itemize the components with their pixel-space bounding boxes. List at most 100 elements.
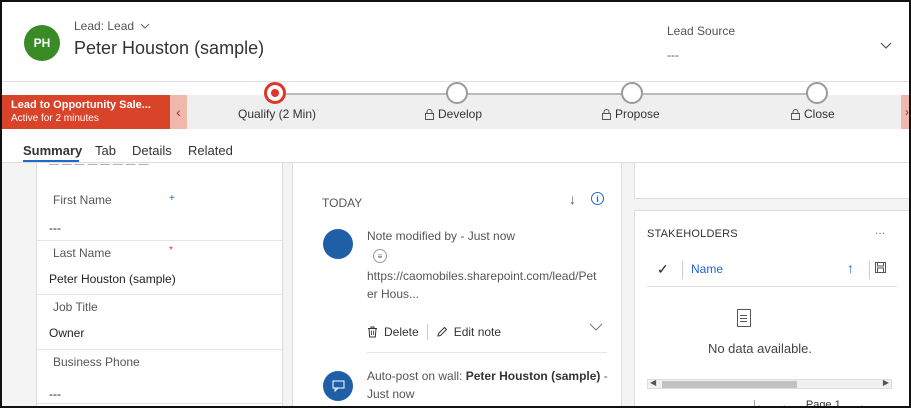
chevron-down-icon — [140, 23, 150, 29]
stage-connector — [286, 93, 448, 95]
pencil-icon — [437, 326, 447, 337]
divider — [869, 261, 870, 279]
autopost-prefix: Auto-post on wall: — [367, 369, 463, 383]
divider — [37, 294, 284, 295]
chat-icon — [332, 380, 344, 392]
right-top-section — [634, 163, 909, 199]
stakeholders-section: STAKEHOLDERS ... ✓ Name ↑ No data availa… — [634, 210, 909, 408]
trash-icon — [368, 326, 377, 338]
note-icon: ≡ — [373, 249, 387, 263]
lock-icon — [425, 108, 434, 120]
record-header: PH Lead: Lead Peter Houston (sample) Lea… — [2, 2, 909, 82]
autopost-icon — [323, 371, 353, 401]
first-name-field[interactable]: --- — [49, 221, 61, 235]
form-selector-label: Lead: Lead — [74, 19, 135, 33]
stage-label-text: Close — [804, 107, 835, 121]
save-icon[interactable] — [875, 262, 886, 273]
chevron-left-icon[interactable]: ‹ — [170, 95, 187, 129]
stage-close-marker[interactable] — [806, 82, 828, 104]
delete-button[interactable]: Delete — [384, 325, 419, 339]
record-title: Peter Houston (sample) — [74, 38, 265, 58]
divider — [37, 403, 284, 404]
tab-details[interactable]: Details — [132, 143, 172, 158]
stakeholders-title: STAKEHOLDERS — [647, 228, 738, 240]
grid-header: ✓ Name ↑ — [647, 251, 897, 287]
timeline-group-header: TODAY — [322, 196, 363, 210]
chevron-right-icon[interactable]: › — [901, 95, 909, 129]
lead-source-value: --- — [667, 48, 679, 62]
business-phone-field[interactable]: --- — [49, 387, 61, 401]
form-selector[interactable]: Lead: Lead — [74, 19, 150, 33]
stage-qualify-label[interactable]: Qualify (2 Min) — [238, 107, 316, 121]
active-tab-indicator — [23, 160, 79, 162]
first-name-label: First Name — [53, 193, 112, 207]
stage-label-text: Propose — [615, 107, 660, 121]
autopost-time: Just now — [367, 387, 415, 401]
note-avatar: ≡ — [323, 229, 387, 263]
next-page-icon[interactable]: → — [855, 399, 866, 406]
tab-summary[interactable]: Summary — [23, 143, 82, 158]
job-title-field[interactable]: Owner — [49, 326, 84, 340]
sort-ascending-icon[interactable]: ↑ — [847, 260, 854, 276]
process-active-stage[interactable]: Lead to Opportunity Sale... Active for 2… — [2, 95, 170, 129]
divider — [37, 240, 284, 241]
select-all-check-icon[interactable]: ✓ — [657, 261, 669, 278]
tab-related[interactable]: Related — [188, 143, 233, 158]
autopost-suffix: - — [603, 369, 608, 383]
process-name: Lead to Opportunity Sale... — [11, 99, 151, 111]
more-options-icon[interactable]: ... — [875, 223, 885, 237]
required-marker: * — [169, 245, 173, 256]
stage-qualify-marker[interactable] — [264, 82, 286, 104]
edit-note-button[interactable]: Edit note — [454, 325, 501, 339]
stage-connector — [643, 93, 808, 95]
stage-propose-marker[interactable] — [621, 82, 643, 104]
stage-develop-marker[interactable] — [446, 82, 468, 104]
document-icon — [737, 309, 751, 327]
avatar: PH — [24, 25, 60, 61]
stage-develop-label[interactable]: Develop — [425, 107, 482, 121]
tab-tab[interactable]: Tab — [95, 143, 116, 158]
name-column-header[interactable]: Name — [691, 262, 723, 276]
lock-icon — [602, 108, 611, 120]
business-phone-label: Business Phone — [53, 355, 140, 369]
last-name-label: Last Name — [53, 246, 112, 260]
last-name-field[interactable]: Peter Houston (sample) — [49, 272, 176, 286]
scroll-left-icon[interactable]: ◀ — [650, 378, 656, 387]
previous-page-icon[interactable]: ← — [781, 399, 792, 406]
note-actions: Delete Edit note — [367, 324, 501, 340]
lead-source-label: Lead Source — [667, 24, 736, 38]
job-title-label: Job Title — [53, 300, 98, 314]
app-frame: PH Lead: Lead Peter Houston (sample) Lea… — [0, 0, 911, 408]
chevron-down-icon[interactable] — [880, 42, 892, 50]
info-icon[interactable]: i — [591, 192, 604, 205]
divider — [367, 352, 607, 353]
recommended-marker: + — [169, 193, 175, 204]
empty-state-text: No data available. — [707, 341, 813, 356]
horizontal-scrollbar[interactable]: ◀ ▶ — [647, 378, 892, 389]
pager: |← ← Page 1 → — [753, 399, 866, 408]
note-body[interactable]: https://caomobiles.sharepoint.com/lead/P… — [367, 267, 597, 303]
lock-icon — [791, 108, 800, 120]
chevron-down-icon[interactable] — [589, 323, 603, 331]
contact-section: — — — — — — — — First Name + --- Last Na… — [36, 163, 284, 406]
tab-bar: Summary Tab Details Related — [2, 129, 909, 163]
page-label: Page 1 — [805, 399, 841, 408]
autopost-name[interactable]: Peter Houston (sample) — [466, 369, 601, 383]
arrow-down-icon[interactable]: ↓ — [569, 191, 576, 207]
first-page-icon[interactable]: |← — [753, 399, 767, 406]
autopost-text: Auto-post on wall: Peter Houston (sample… — [367, 367, 608, 403]
scroll-thumb[interactable] — [662, 381, 797, 388]
stage-label-text: Qualify (2 Min) — [238, 107, 317, 121]
process-duration: Active for 2 minutes — [11, 113, 99, 124]
stage-connector — [468, 93, 623, 95]
stage-propose-label[interactable]: Propose — [602, 107, 660, 121]
scroll-right-icon[interactable]: ▶ — [883, 378, 889, 387]
divider — [426, 324, 428, 340]
scrolled-field-remnant: — — — — — — — — — [49, 163, 149, 169]
note-title: Note modified by - Just now — [367, 229, 516, 243]
timeline-section: TODAY ↓ i ≡ Note modified by - Just now … — [292, 163, 622, 406]
stage-label-text: Develop — [438, 107, 483, 121]
divider — [37, 349, 284, 350]
stage-close-label[interactable]: Close — [791, 107, 835, 121]
divider — [682, 261, 683, 279]
